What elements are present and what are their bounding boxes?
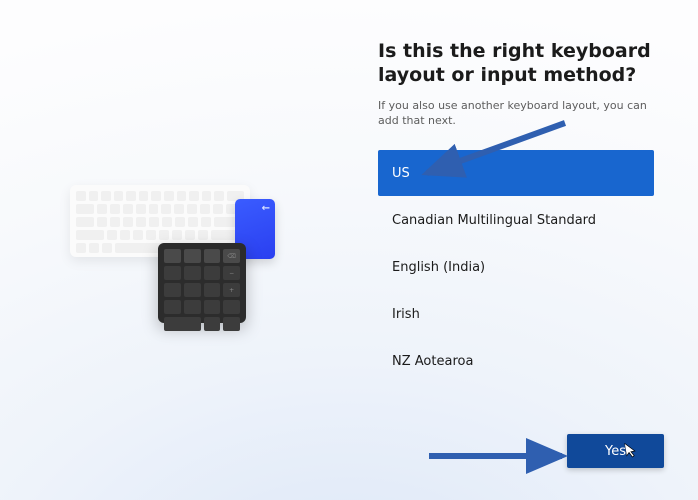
yes-button[interactable]: Yes	[567, 434, 664, 468]
keyboard-illustration: ⌫ − +	[70, 185, 290, 345]
page-title: Is this the right keyboard layout or inp…	[378, 40, 658, 88]
layout-option-scottish-gaelic[interactable]: Scottish Gaelic	[378, 385, 654, 398]
page-subtitle: If you also use another keyboard layout,…	[378, 98, 658, 129]
numpad-icon: ⌫ − +	[158, 243, 246, 323]
layout-option-nz-aotearoa[interactable]: NZ Aotearoa	[378, 338, 654, 384]
annotation-arrow-bottom	[427, 446, 587, 470]
layout-option-us[interactable]: US	[378, 150, 654, 196]
layout-option-canadian-multilingual[interactable]: Canadian Multilingual Standard	[378, 197, 654, 243]
layout-option-irish[interactable]: Irish	[378, 291, 654, 337]
keyboard-layout-list: US Canadian Multilingual Standard Englis…	[378, 150, 654, 398]
layout-option-english-india[interactable]: English (India)	[378, 244, 654, 290]
layout-option-label: Irish	[392, 307, 420, 322]
layout-option-label: Canadian Multilingual Standard	[392, 213, 596, 228]
layout-option-label: US	[392, 166, 410, 181]
layout-option-label: NZ Aotearoa	[392, 354, 473, 369]
yes-button-label: Yes	[605, 444, 626, 459]
layout-option-label: English (India)	[392, 260, 485, 275]
